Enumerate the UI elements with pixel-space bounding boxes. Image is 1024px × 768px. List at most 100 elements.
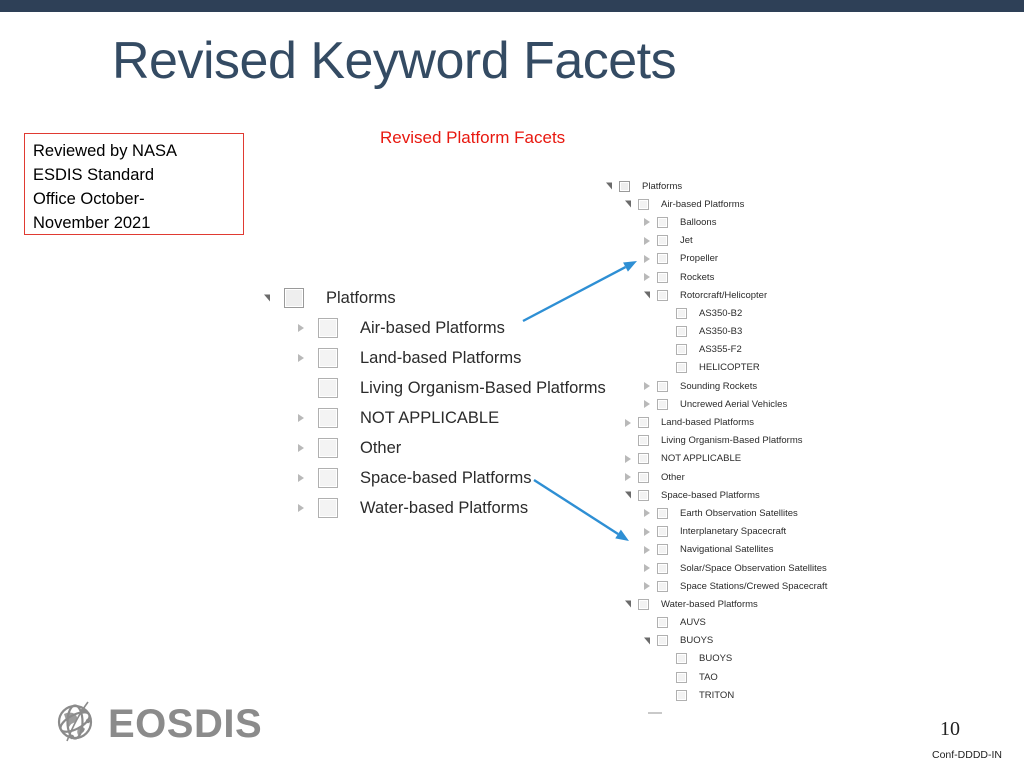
checkbox[interactable] bbox=[657, 380, 668, 392]
checkbox[interactable] bbox=[638, 489, 649, 501]
tree-row[interactable]: HELICOPTER bbox=[606, 359, 827, 377]
tree-row[interactable]: Platforms bbox=[264, 283, 606, 313]
checkbox[interactable] bbox=[318, 468, 338, 488]
checkbox[interactable] bbox=[676, 689, 687, 701]
checkbox[interactable] bbox=[318, 438, 338, 458]
tree-row[interactable]: Rockets bbox=[606, 268, 827, 286]
checkbox[interactable] bbox=[318, 378, 338, 398]
expander-collapse-icon[interactable] bbox=[644, 291, 652, 299]
checkbox[interactable] bbox=[638, 471, 649, 483]
checkbox[interactable] bbox=[676, 344, 687, 356]
expander-expand-icon[interactable] bbox=[644, 509, 652, 517]
expander-expand-icon[interactable] bbox=[298, 502, 310, 514]
tree-row[interactable]: Land-based Platforms bbox=[606, 413, 827, 431]
checkbox[interactable] bbox=[657, 580, 668, 592]
checkbox[interactable] bbox=[676, 326, 687, 338]
expander-collapse-icon[interactable] bbox=[625, 600, 633, 608]
tree-row[interactable]: AS355-F2 bbox=[606, 341, 827, 359]
tree-row[interactable]: Interplanetary Spacecraft bbox=[606, 523, 827, 541]
checkbox[interactable] bbox=[638, 453, 649, 465]
tree-row[interactable]: Water-based Platforms bbox=[264, 493, 606, 523]
expander-expand-icon[interactable] bbox=[625, 455, 633, 463]
tree-row[interactable]: BUOYS bbox=[606, 650, 827, 668]
expander-expand-icon[interactable] bbox=[644, 400, 652, 408]
checkbox[interactable] bbox=[638, 198, 649, 210]
tree-row[interactable]: NOT APPLICABLE bbox=[264, 403, 606, 433]
expander-expand-icon[interactable] bbox=[644, 255, 652, 263]
facet-tree-revised[interactable]: Platforms Air-based Platforms Balloons Jet P… bbox=[606, 177, 827, 704]
checkbox[interactable] bbox=[657, 216, 668, 228]
expander-expand-icon[interactable] bbox=[298, 442, 310, 454]
checkbox[interactable] bbox=[318, 318, 338, 338]
tree-row[interactable]: AS350-B2 bbox=[606, 304, 827, 322]
expander-expand-icon[interactable] bbox=[298, 412, 310, 424]
expander-expand-icon[interactable] bbox=[625, 419, 633, 427]
tree-row[interactable]: Jet bbox=[606, 232, 827, 250]
expander-expand-icon[interactable] bbox=[625, 473, 633, 481]
expander-collapse-icon[interactable] bbox=[606, 182, 614, 190]
tree-row[interactable]: Solar/Space Observation Satellites bbox=[606, 559, 827, 577]
checkbox[interactable] bbox=[318, 408, 338, 428]
checkbox[interactable] bbox=[318, 348, 338, 368]
expander-expand-icon[interactable] bbox=[644, 564, 652, 572]
tree-row[interactable]: Space-based Platforms bbox=[264, 463, 606, 493]
checkbox[interactable] bbox=[638, 598, 649, 610]
tree-row[interactable]: Balloons bbox=[606, 213, 827, 231]
checkbox[interactable] bbox=[284, 288, 304, 308]
tree-row[interactable]: Other bbox=[606, 468, 827, 486]
facet-tree-original[interactable]: Platforms Air-based Platforms Land-based P… bbox=[264, 283, 606, 523]
checkbox[interactable] bbox=[657, 507, 668, 519]
tree-row[interactable]: Air-based Platforms bbox=[606, 195, 827, 213]
checkbox[interactable] bbox=[676, 362, 687, 374]
tree-row[interactable]: Living Organism-Based Platforms bbox=[264, 373, 606, 403]
checkbox[interactable] bbox=[676, 671, 687, 683]
tree-row[interactable]: Air-based Platforms bbox=[264, 313, 606, 343]
checkbox[interactable] bbox=[676, 307, 687, 319]
tree-row[interactable]: Platforms bbox=[606, 177, 827, 195]
expander-expand-icon[interactable] bbox=[644, 218, 652, 226]
checkbox[interactable] bbox=[657, 526, 668, 538]
tree-row[interactable]: AUVS bbox=[606, 614, 827, 632]
expander-expand-icon[interactable] bbox=[298, 472, 310, 484]
tree-row[interactable]: Uncrewed Aerial Vehicles bbox=[606, 395, 827, 413]
checkbox[interactable] bbox=[318, 498, 338, 518]
tree-row[interactable]: Water-based Platforms bbox=[606, 595, 827, 613]
checkbox[interactable] bbox=[657, 635, 668, 647]
expander-collapse-icon[interactable] bbox=[644, 637, 652, 645]
tree-row[interactable]: Propeller bbox=[606, 250, 827, 268]
tree-row[interactable]: Space Stations/Crewed Spacecraft bbox=[606, 577, 827, 595]
tree-row[interactable]: AS350-B3 bbox=[606, 323, 827, 341]
expander-expand-icon[interactable] bbox=[644, 528, 652, 536]
expander-collapse-icon[interactable] bbox=[625, 200, 633, 208]
expander-expand-icon[interactable] bbox=[298, 352, 310, 364]
tree-row[interactable]: Space-based Platforms bbox=[606, 486, 827, 504]
tree-row[interactable]: Land-based Platforms bbox=[264, 343, 606, 373]
checkbox[interactable] bbox=[619, 180, 630, 192]
checkbox[interactable] bbox=[657, 562, 668, 574]
tree-row[interactable]: Rotorcraft/Helicopter bbox=[606, 286, 827, 304]
expander-expand-icon[interactable] bbox=[644, 382, 652, 390]
checkbox[interactable] bbox=[657, 398, 668, 410]
tree-row[interactable]: Sounding Rockets bbox=[606, 377, 827, 395]
tree-row[interactable]: Living Organism-Based Platforms bbox=[606, 432, 827, 450]
expander-collapse-icon[interactable] bbox=[264, 292, 276, 304]
checkbox[interactable] bbox=[657, 271, 668, 283]
expander-collapse-icon[interactable] bbox=[625, 491, 633, 499]
checkbox[interactable] bbox=[638, 435, 649, 447]
expander-expand-icon[interactable] bbox=[644, 546, 652, 554]
checkbox[interactable] bbox=[657, 253, 668, 265]
checkbox[interactable] bbox=[657, 235, 668, 247]
expander-expand-icon[interactable] bbox=[644, 582, 652, 590]
checkbox[interactable] bbox=[657, 544, 668, 556]
expander-expand-icon[interactable] bbox=[644, 273, 652, 281]
checkbox[interactable] bbox=[676, 653, 687, 665]
checkbox[interactable] bbox=[638, 417, 649, 429]
tree-row[interactable]: Other bbox=[264, 433, 606, 463]
checkbox[interactable] bbox=[657, 289, 668, 301]
expander-expand-icon[interactable] bbox=[644, 237, 652, 245]
tree-row[interactable]: TRITON bbox=[606, 686, 827, 704]
tree-row[interactable]: TAO bbox=[606, 668, 827, 686]
tree-row[interactable]: Navigational Satellites bbox=[606, 541, 827, 559]
tree-row[interactable]: NOT APPLICABLE bbox=[606, 450, 827, 468]
tree-row[interactable]: BUOYS bbox=[606, 632, 827, 650]
